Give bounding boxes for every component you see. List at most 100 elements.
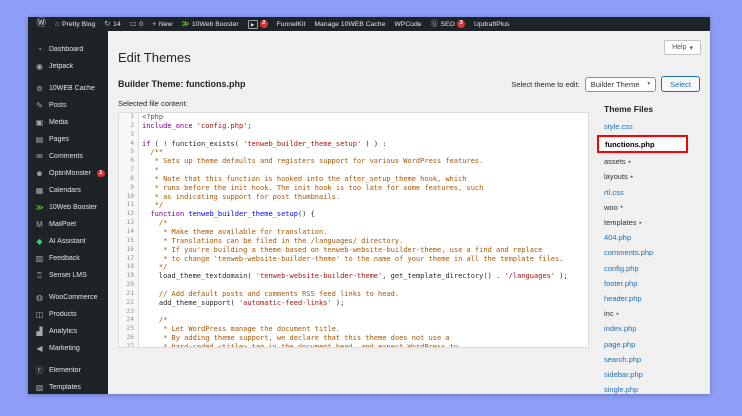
feedback-icon: ▥ — [35, 253, 44, 263]
theme-file-item[interactable]: templates ▸ — [597, 215, 700, 230]
code-text: */ — [142, 263, 168, 272]
code-text: * hard-coded <title> tag in the document… — [142, 342, 459, 348]
theme-file-item[interactable]: style.css — [597, 119, 700, 134]
code-line: 15 * Translations can be filed in the /l… — [119, 237, 588, 246]
updraftplus-label: UpdraftPlus — [473, 20, 510, 28]
code-text: * — [142, 166, 159, 175]
help-label: Help — [672, 44, 687, 51]
sidebar-item-pages[interactable]: ▤ Pages — [28, 131, 108, 148]
code-text: * Make theme available for translation. — [142, 227, 328, 236]
theme-file-item[interactable]: woo ▸ — [597, 200, 700, 215]
line-number: 25 — [126, 325, 134, 333]
theme-file-item[interactable]: sidebar.php — [597, 367, 700, 382]
sidebar-item-10web-cache[interactable]: ⊚ 10WEB Cache — [28, 80, 108, 97]
theme-file-item[interactable]: page.php — [597, 336, 700, 351]
sidebar-item-feedback[interactable]: ▥ Feedback — [28, 250, 108, 267]
theme-file-item[interactable]: index.php — [597, 321, 700, 336]
sidebar-item-sensei-lms[interactable]: ♖ Sensei LMS — [28, 267, 108, 284]
updates-label: 14 — [113, 20, 121, 28]
sidebar-item-woocommerce[interactable]: ◍ WooCommerce — [28, 289, 108, 306]
code-text: * as indicating support for post thumbna… — [142, 192, 341, 201]
line-number: 17 — [126, 254, 134, 262]
video-plugin-item[interactable]: ▶ 2 — [243, 17, 272, 31]
comments-icon: ✉ — [36, 151, 43, 161]
code-line: 23 — [119, 308, 588, 317]
sidebar-item-label: Jetpack — [49, 63, 74, 70]
code-text: * By adding theme support, we declare th… — [142, 334, 450, 343]
code-line: 6 * Sets up theme defaults and registers… — [119, 157, 588, 166]
sidebar-item-comments[interactable]: ✉ Comments — [28, 148, 108, 165]
theme-file-item[interactable]: inc ▸ — [597, 306, 700, 321]
tenweb-booster-item[interactable]: ≫ 10Web Booster — [177, 17, 243, 31]
code-line: 20 — [119, 281, 588, 290]
sidebar-item-marketing[interactable]: ◀ Marketing — [28, 340, 108, 357]
new-content-item[interactable]: + New — [148, 17, 178, 31]
theme-file-item[interactable]: config.php — [597, 261, 700, 276]
sidebar-item-calendars[interactable]: ▦ Calendars — [28, 182, 108, 199]
sidebar-item-jetpack[interactable]: ◉ Jetpack — [28, 58, 108, 75]
code-line: 9 * runs before the init hook. The init … — [119, 184, 588, 193]
theme-file-item[interactable]: rtl.css — [597, 185, 700, 200]
site-name-item[interactable]: ⌂ Pretty Blog — [51, 17, 100, 31]
updraftplus-item[interactable]: UpdraftPlus — [469, 17, 514, 31]
sidebar-item-label: Analytics — [49, 328, 78, 335]
media-icon: ▣ — [35, 117, 44, 127]
manage-10web-cache-item[interactable]: Manage 10WEB Cache — [310, 17, 390, 31]
comment-icon: ▭ — [129, 19, 137, 29]
notification-badge: 2 — [260, 20, 268, 28]
sidebar-item-optinmonster[interactable]: ☻ OptinMonster 1 — [28, 165, 108, 182]
line-number: 6 — [130, 157, 134, 165]
theme-file-item[interactable]: single.php — [597, 382, 700, 394]
theme-files-list: style.css functions.php assets ▸ layouts ▸ rtl… — [597, 119, 700, 394]
comments-item[interactable]: ▭ 0 — [125, 17, 147, 31]
sidebar-item-posts[interactable]: ✎ Posts — [28, 97, 108, 114]
code-line: 13 /* — [119, 219, 588, 228]
theme-file-item[interactable]: functions.php — [597, 135, 688, 154]
seo-item[interactable]: Ⓖ SEO 3 — [426, 17, 469, 31]
sidebar-item-elementor[interactable]: Ⓔ Elementor — [28, 362, 108, 379]
updates-item[interactable]: ↻ 14 — [100, 17, 125, 31]
sidebar-item-products[interactable]: ◫ Products — [28, 306, 108, 323]
sidebar-item-label: Products — [49, 311, 77, 318]
sidebar-item-analytics[interactable]: ▟ Analytics — [28, 323, 108, 340]
sidebar-item-10web-booster[interactable]: ≫ 10Web Booster — [28, 199, 108, 216]
notification-badge: 1 — [97, 169, 105, 178]
theme-file-item[interactable]: header.php — [597, 291, 700, 306]
theme-file-item[interactable]: search.php — [597, 352, 700, 367]
theme-file-label: index.php — [604, 324, 637, 334]
theme-file-item[interactable]: 404.php — [597, 230, 700, 245]
code-text: add_theme_support( 'automatic-feed-links… — [142, 298, 345, 307]
sidebar-item-dashboard[interactable]: ◔ Dashboard — [28, 41, 108, 58]
select-theme-button[interactable]: Select — [661, 76, 700, 92]
folder-arrow-icon: ▸ — [620, 204, 624, 211]
code-text: function tenweb_builder_theme_setup() { — [150, 210, 315, 219]
sidebar-item-label: MailPoet — [49, 221, 77, 228]
theme-file-label: assets — [604, 157, 626, 167]
sidebar-item-ai-assistant[interactable]: ◆ AI Assistant — [28, 233, 108, 250]
code-line: 10 * as indicating support for post thum… — [119, 193, 588, 202]
wordpress-logo-item[interactable]: Ⓦ — [32, 17, 51, 31]
theme-file-item[interactable]: footer.php — [597, 276, 700, 291]
code-line: 26 * By adding theme support, we declare… — [119, 334, 588, 343]
code-text: load_theme_textdomain( 'tenweb-website-b… — [142, 272, 568, 281]
theme-select[interactable]: Builder Theme ▾ — [584, 76, 657, 92]
sidebar-item-label: Pages — [49, 136, 69, 143]
folder-arrow-icon: ▸ — [628, 158, 632, 165]
theme-file-item[interactable]: assets ▸ — [597, 154, 700, 169]
code-text: /* — [142, 316, 168, 325]
code-text: */ — [142, 201, 164, 210]
wpcode-item[interactable]: WPCode — [390, 17, 426, 31]
sidebar-item-mailpoet[interactable]: M MailPoet — [28, 216, 108, 233]
file-header-row: Builder Theme: functions.php Select them… — [118, 76, 700, 92]
new-content-label: New — [158, 20, 173, 28]
update-icon: ↻ — [104, 19, 111, 29]
code-editor[interactable]: 1 <?php 2 include_once 'config.php'; 3 4 if ( … — [118, 112, 589, 348]
theme-file-item[interactable]: layouts ▸ — [597, 169, 700, 184]
theme-file-item[interactable]: comments.php — [597, 245, 700, 260]
funnelkit-item[interactable]: FunnelKit — [272, 17, 310, 31]
help-button[interactable]: Help ▾ — [664, 40, 701, 55]
sidebar-item-templates[interactable]: ▧ Templates — [28, 379, 108, 394]
sidebar-item-media[interactable]: ▣ Media — [28, 114, 108, 131]
code-line: 22 add_theme_support( 'automatic-feed-li… — [119, 299, 588, 308]
